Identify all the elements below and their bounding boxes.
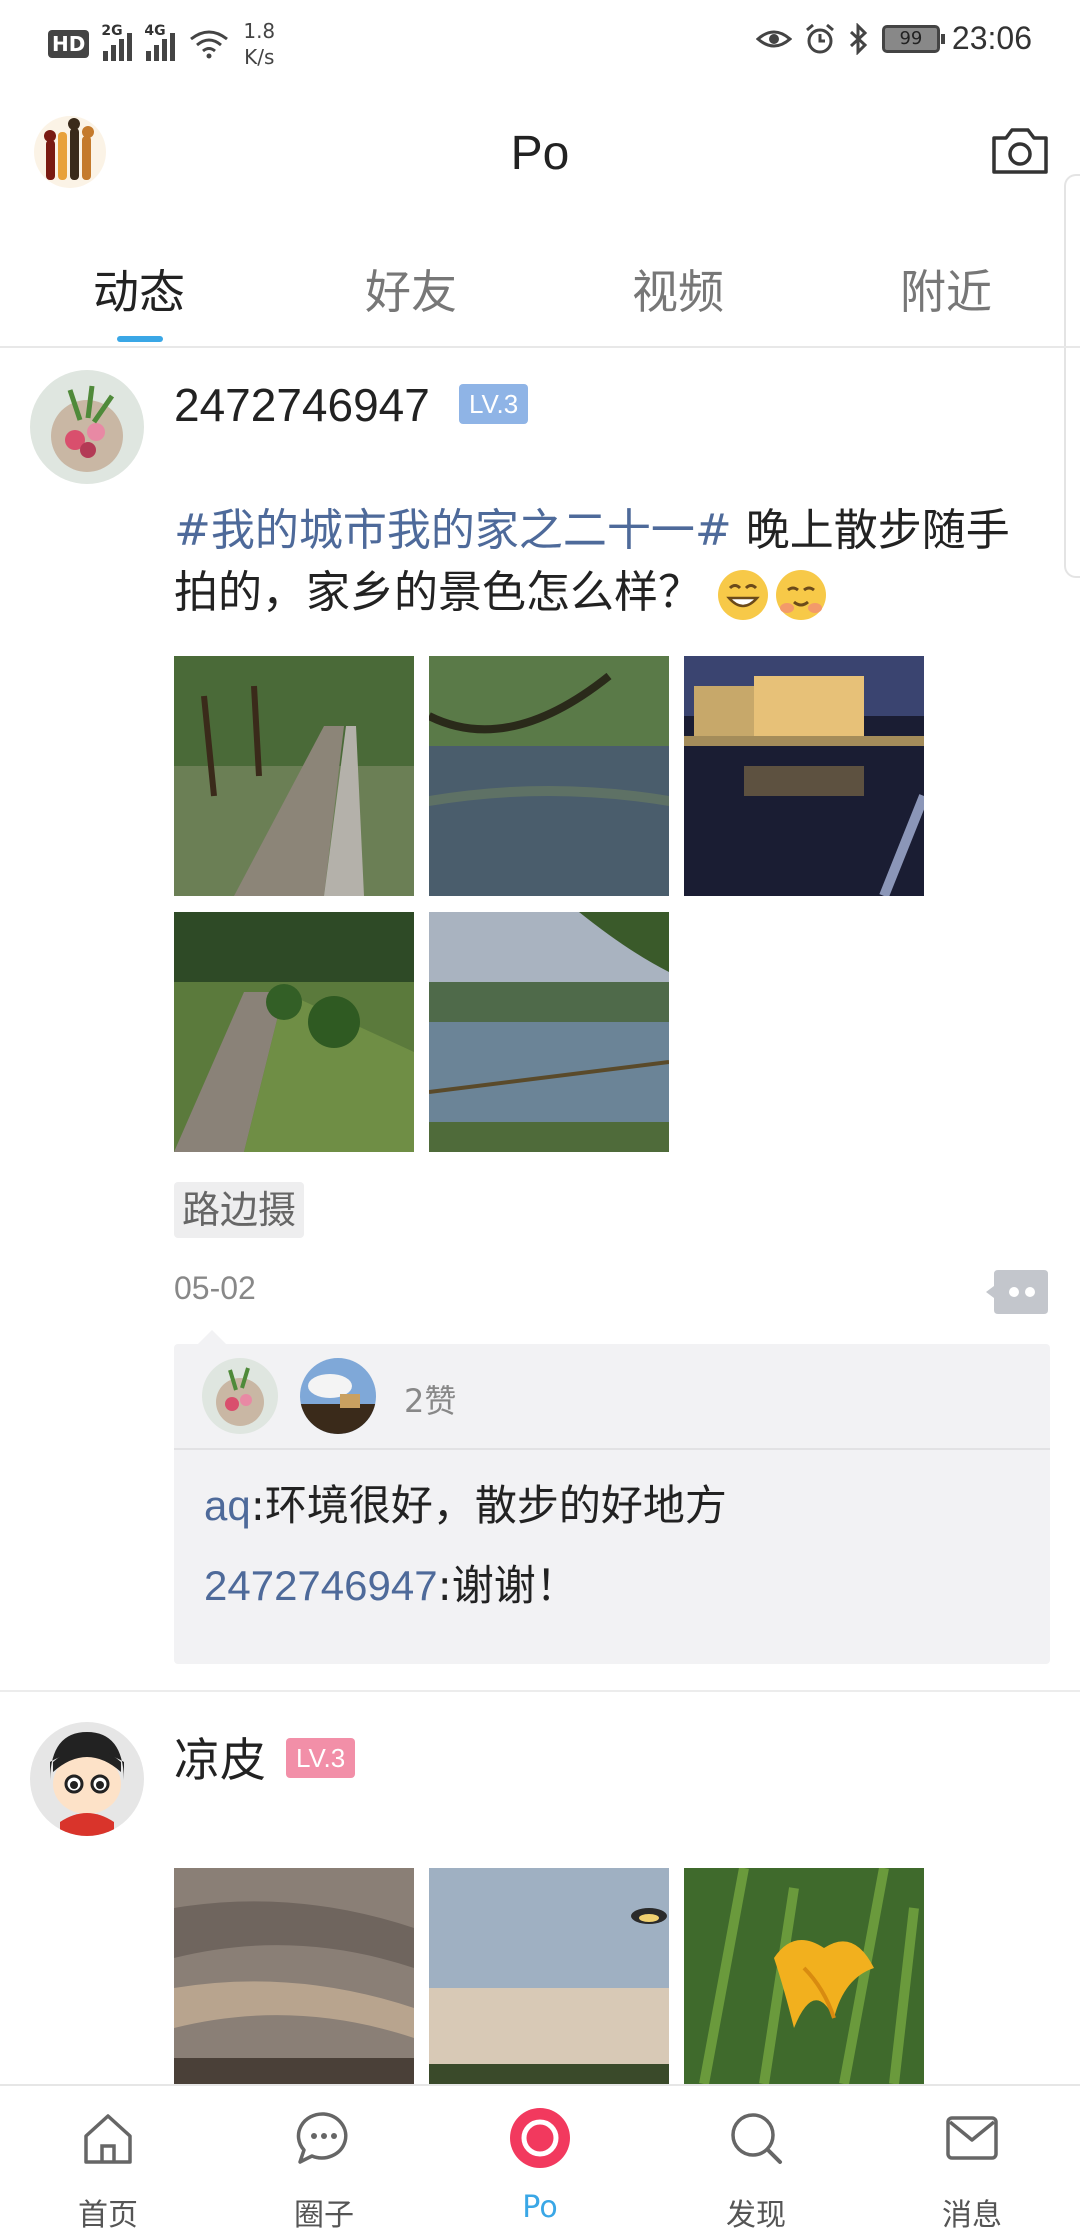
blush-emoji-icon: [776, 570, 826, 620]
post-photo[interactable]: [684, 656, 924, 896]
comment-list: aq:环境很好，散步的好地方 2472746947:谢谢！: [174, 1450, 1050, 1626]
status-bar: HD 2G 4G 1.8 K/s 99 23:06: [0, 0, 1080, 86]
post-photo[interactable]: [174, 656, 414, 896]
post-tag[interactable]: 路边摄: [174, 1182, 305, 1238]
active-tab-indicator: [117, 336, 163, 342]
chat-bubble-icon: [296, 2112, 348, 2164]
liker-avatar[interactable]: [202, 1358, 278, 1434]
signal-4g-label: 4G: [144, 23, 166, 39]
liker-avatar[interactable]: [300, 1358, 376, 1434]
app-header: Po: [0, 86, 1080, 224]
nav-messages[interactable]: 消息: [864, 2086, 1080, 2240]
post-photo[interactable]: [429, 912, 669, 1152]
battery-icon: 99: [881, 24, 945, 53]
nav-messages-label: 消息: [942, 2198, 1002, 2233]
home-icon: [84, 2114, 132, 2164]
wifi-icon: [190, 30, 229, 59]
tab-dynamics[interactable]: 动态: [59, 256, 219, 322]
clock: 23:06: [951, 20, 1032, 56]
post-photo[interactable]: [174, 1868, 414, 2084]
likes-row: 2赞: [174, 1344, 1050, 1450]
eye-icon: [755, 30, 792, 47]
nav-po[interactable]: Po: [432, 2086, 648, 2240]
nav-discover[interactable]: 发现: [648, 2086, 864, 2240]
signal-2g-label: 2G: [101, 23, 123, 39]
camera-icon[interactable]: [990, 124, 1050, 176]
network-speed: 1.8 K/s: [243, 18, 275, 70]
grin-emoji-icon: [718, 570, 768, 620]
level-badge: LV.3: [286, 1738, 356, 1778]
post-photo[interactable]: [174, 912, 414, 1152]
speed-unit: K/s: [244, 45, 275, 69]
hd-indicator: HD: [48, 30, 90, 58]
post-date: 05-02: [174, 1270, 256, 1306]
search-icon: [731, 2113, 782, 2164]
tab-nearby[interactable]: 附近: [866, 256, 1026, 322]
post-photo[interactable]: [429, 656, 669, 896]
post-photo[interactable]: [684, 1868, 924, 2084]
nav-discover-label: 发现: [726, 2198, 786, 2233]
comment-author[interactable]: 2472746947: [204, 1562, 438, 1609]
comments-box: 2赞 aq:环境很好，散步的好地方 2472746947:谢谢！: [174, 1330, 1050, 1664]
status-left: HD 2G 4G 1.8 K/s: [48, 18, 275, 70]
post-username[interactable]: 凉皮: [174, 1724, 266, 1790]
comment-author[interactable]: aq: [204, 1482, 251, 1529]
user-avatar[interactable]: [30, 370, 144, 484]
nav-circles-label: 圈子: [294, 2198, 354, 2233]
po-record-icon: [510, 2108, 570, 2168]
mail-icon: [946, 2116, 998, 2160]
comment-text: :谢谢！: [437, 1561, 578, 1610]
page-title: Po: [510, 127, 570, 180]
status-right: 99 23:06: [755, 20, 1032, 57]
tab-friends[interactable]: 好友: [331, 256, 491, 322]
feed-post: 2472746947 LV.3 #我的城市我的家之二十一# 晚上散步随手拍的，家…: [0, 350, 1080, 1690]
nav-home[interactable]: 首页: [0, 2086, 216, 2240]
bluetooth-icon: [849, 22, 868, 55]
signal-4g-icon: 4G: [144, 23, 176, 61]
post-username[interactable]: 2472746947: [174, 378, 430, 432]
post-hashtag[interactable]: #我的城市我的家之二十一#: [174, 505, 732, 556]
speed-value: 1.8: [243, 19, 276, 43]
bottom-nav: 首页 圈子 Po 发现 消息: [0, 2084, 1080, 2240]
comment-text: :环境很好，散步的好地方: [250, 1481, 727, 1530]
nav-home-label: 首页: [78, 2198, 138, 2233]
tab-videos[interactable]: 视频: [598, 256, 758, 322]
user-avatar[interactable]: [30, 1722, 144, 1836]
comment-icon[interactable]: [984, 1266, 1050, 1318]
nav-circles[interactable]: 圈子: [216, 2086, 432, 2240]
level-badge: LV.3: [459, 384, 529, 424]
alarm-icon: [805, 23, 834, 53]
comment-item[interactable]: aq:环境很好，散步的好地方: [174, 1466, 1050, 1546]
nav-po-label: Po: [522, 2190, 558, 2225]
comment-item[interactable]: 2472746947:谢谢！: [174, 1546, 1050, 1626]
signal-2g-icon: 2G: [101, 23, 133, 61]
likes-count: 2赞: [404, 1382, 457, 1420]
post-content: #我的城市我的家之二十一# 晚上散步随手拍的，家乡的景色怎么样？: [174, 500, 1044, 624]
feed-post: 凉皮 LV.3: [0, 1692, 1080, 2084]
feed-tabs: 动态 好友 视频 附近: [0, 224, 1080, 348]
post-photo[interactable]: [429, 1868, 669, 2084]
